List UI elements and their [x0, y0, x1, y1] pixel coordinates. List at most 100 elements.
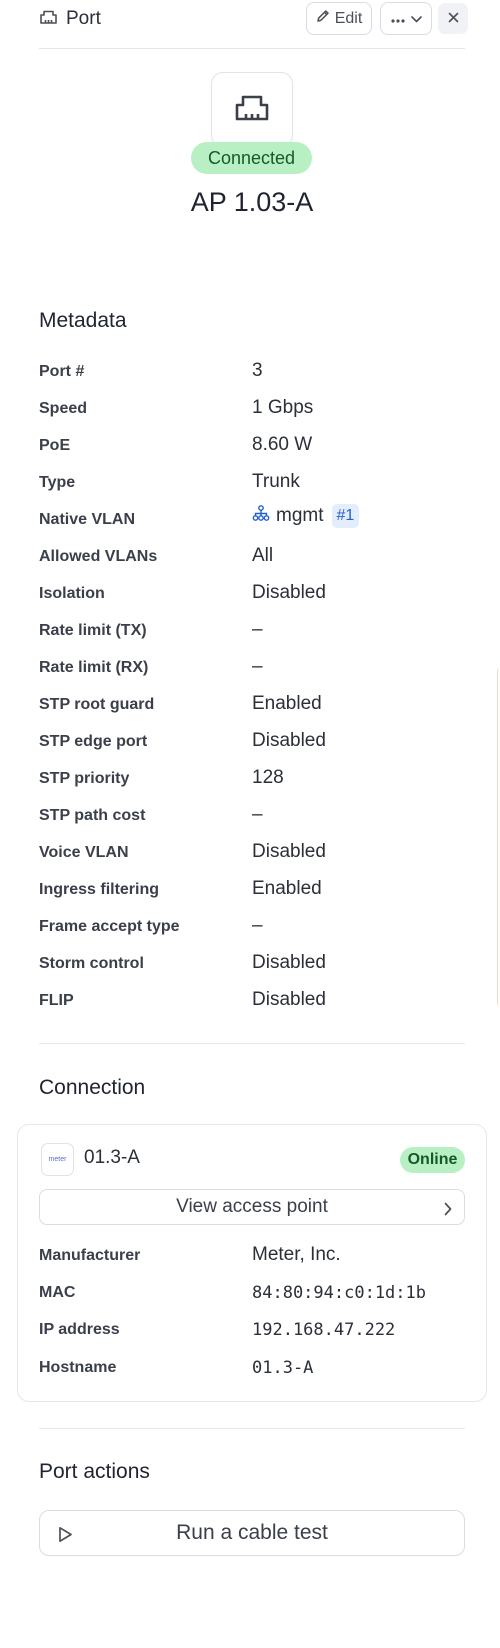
meta-value: 84:80:94:c0:1d:1b [252, 1283, 426, 1303]
meta-label: Type [39, 474, 76, 491]
pencil-icon [316, 9, 330, 28]
ethernet-port-icon [234, 91, 270, 128]
meta-row-ingress-filtering: Ingress filtering Enabled [39, 878, 465, 902]
meta-label: Ingress filtering [39, 881, 160, 898]
meta-row-frame-accept-type: Frame accept type – [39, 915, 465, 939]
conn-row-ip-address: IP address 192.168.47.222 [39, 1318, 465, 1342]
access-point-thumbnail: meter [41, 1143, 74, 1176]
meta-label: Port # [39, 363, 85, 380]
meta-value: Disabled [252, 952, 326, 973]
meta-value: Enabled [252, 878, 322, 899]
connection-status-badge: Connected [191, 142, 312, 174]
meta-row-speed: Speed 1 Gbps [39, 397, 465, 421]
meta-row-isolation: Isolation Disabled [39, 582, 465, 606]
meta-row-poe: PoE 8.60 W [39, 434, 465, 458]
meta-value: Enabled [252, 693, 322, 714]
port-hero-icon [211, 72, 293, 147]
run-cable-test-label: Run a cable test [176, 1521, 328, 1544]
meta-value: – [252, 804, 263, 825]
port-name-title: AP 1.03-A [190, 187, 314, 217]
meta-label: Rate limit (RX) [39, 659, 149, 676]
section-divider [39, 1043, 465, 1044]
access-point-name: 01.3-A [84, 1147, 140, 1168]
native-vlan-link[interactable]: mgmt #1 [252, 504, 360, 528]
meta-value: Trunk [252, 471, 300, 492]
meta-value: All [252, 545, 274, 566]
conn-row-hostname: Hostname 01.3-A [39, 1356, 465, 1380]
close-icon [448, 10, 459, 28]
meta-label: STP path cost [39, 807, 146, 824]
run-cable-test-button[interactable]: Run a cable test [39, 1510, 465, 1556]
connection-heading: Connection [39, 1076, 146, 1099]
meta-row-flip: FLIP Disabled [39, 989, 465, 1013]
meta-row-port-number: Port # 3 [39, 360, 465, 384]
view-access-point-label: View access point [176, 1196, 328, 1217]
meta-value: 3 [252, 360, 263, 381]
meta-row-stp-root-guard: STP root guard Enabled [39, 693, 465, 717]
meta-value: Meter, Inc. [252, 1244, 341, 1265]
meta-value: Disabled [252, 989, 326, 1010]
header-divider [39, 48, 465, 49]
meta-label: Isolation [39, 585, 105, 602]
meta-row-native-vlan: Native VLAN mgmt #1 [39, 504, 465, 532]
chevron-right-icon [444, 1200, 452, 1222]
native-vlan-name: mgmt [276, 505, 324, 526]
header-title-group: Port [39, 8, 101, 30]
metadata-heading: Metadata [39, 309, 127, 332]
meta-row-stp-priority: STP priority 128 [39, 767, 465, 791]
meta-label: Manufacturer [39, 1247, 141, 1264]
vlan-network-icon [252, 504, 270, 528]
meta-value: 01.3-A [252, 1358, 314, 1378]
meta-row-storm-control: Storm control Disabled [39, 952, 465, 976]
meta-label: FLIP [39, 992, 74, 1009]
meta-value: Disabled [252, 730, 326, 751]
conn-row-mac: MAC 84:80:94:c0:1d:1b [39, 1281, 465, 1305]
ethernet-port-icon [39, 8, 58, 30]
meta-label: Speed [39, 400, 88, 417]
edit-button-label: Edit [334, 9, 363, 27]
edit-button[interactable]: Edit [306, 2, 372, 35]
meta-row-stp-edge-port: STP edge port Disabled [39, 730, 465, 754]
panel-header: Port Edit [0, 0, 500, 48]
port-actions-heading: Port actions [39, 1460, 150, 1483]
meta-value: 8.60 W [252, 434, 313, 455]
meta-label: Native VLAN [39, 511, 136, 528]
meta-row-allowed-vlans: Allowed VLANs All [39, 545, 465, 569]
meta-value: 128 [252, 767, 284, 788]
meta-label: STP edge port [39, 733, 148, 750]
meta-value: 192.168.47.222 [252, 1320, 396, 1340]
more-actions-button[interactable] [380, 2, 432, 35]
meta-value: Disabled [252, 582, 326, 603]
view-access-point-button[interactable]: View access point [39, 1189, 465, 1225]
meta-value: Disabled [252, 841, 326, 862]
meta-row-rate-limit-tx: Rate limit (TX) – [39, 619, 465, 643]
meta-row-type: Type Trunk [39, 471, 465, 495]
meta-label: Voice VLAN [39, 844, 129, 861]
meta-row-rate-limit-rx: Rate limit (RX) – [39, 656, 465, 680]
chevron-down-icon [410, 10, 422, 28]
online-status-badge: Online [400, 1147, 465, 1173]
meta-label: PoE [39, 437, 71, 454]
close-button[interactable] [438, 3, 468, 34]
meta-value: – [252, 656, 263, 677]
ellipsis-icon [390, 10, 405, 28]
meta-row-stp-path-cost: STP path cost – [39, 804, 465, 828]
meta-value: 1 Gbps [252, 397, 314, 418]
vlan-id-badge: #1 [331, 504, 360, 528]
meta-label: Frame accept type [39, 918, 180, 935]
conn-row-manufacturer: Manufacturer Meter, Inc. [39, 1244, 465, 1268]
meta-label: STP root guard [39, 696, 155, 713]
meta-label: STP priority [39, 770, 130, 787]
meta-label: Hostname [39, 1359, 117, 1376]
meta-label: Allowed VLANs [39, 548, 158, 565]
meta-label: Storm control [39, 955, 144, 972]
meta-value: – [252, 915, 263, 936]
play-icon [58, 1525, 73, 1549]
meta-label: IP address [39, 1321, 120, 1338]
meta-row-voice-vlan: Voice VLAN Disabled [39, 841, 465, 865]
meta-label: MAC [39, 1284, 76, 1301]
panel-title: Port [66, 8, 101, 29]
meta-value: – [252, 619, 263, 640]
meta-label: Rate limit (TX) [39, 622, 147, 639]
section-divider [39, 1428, 465, 1429]
